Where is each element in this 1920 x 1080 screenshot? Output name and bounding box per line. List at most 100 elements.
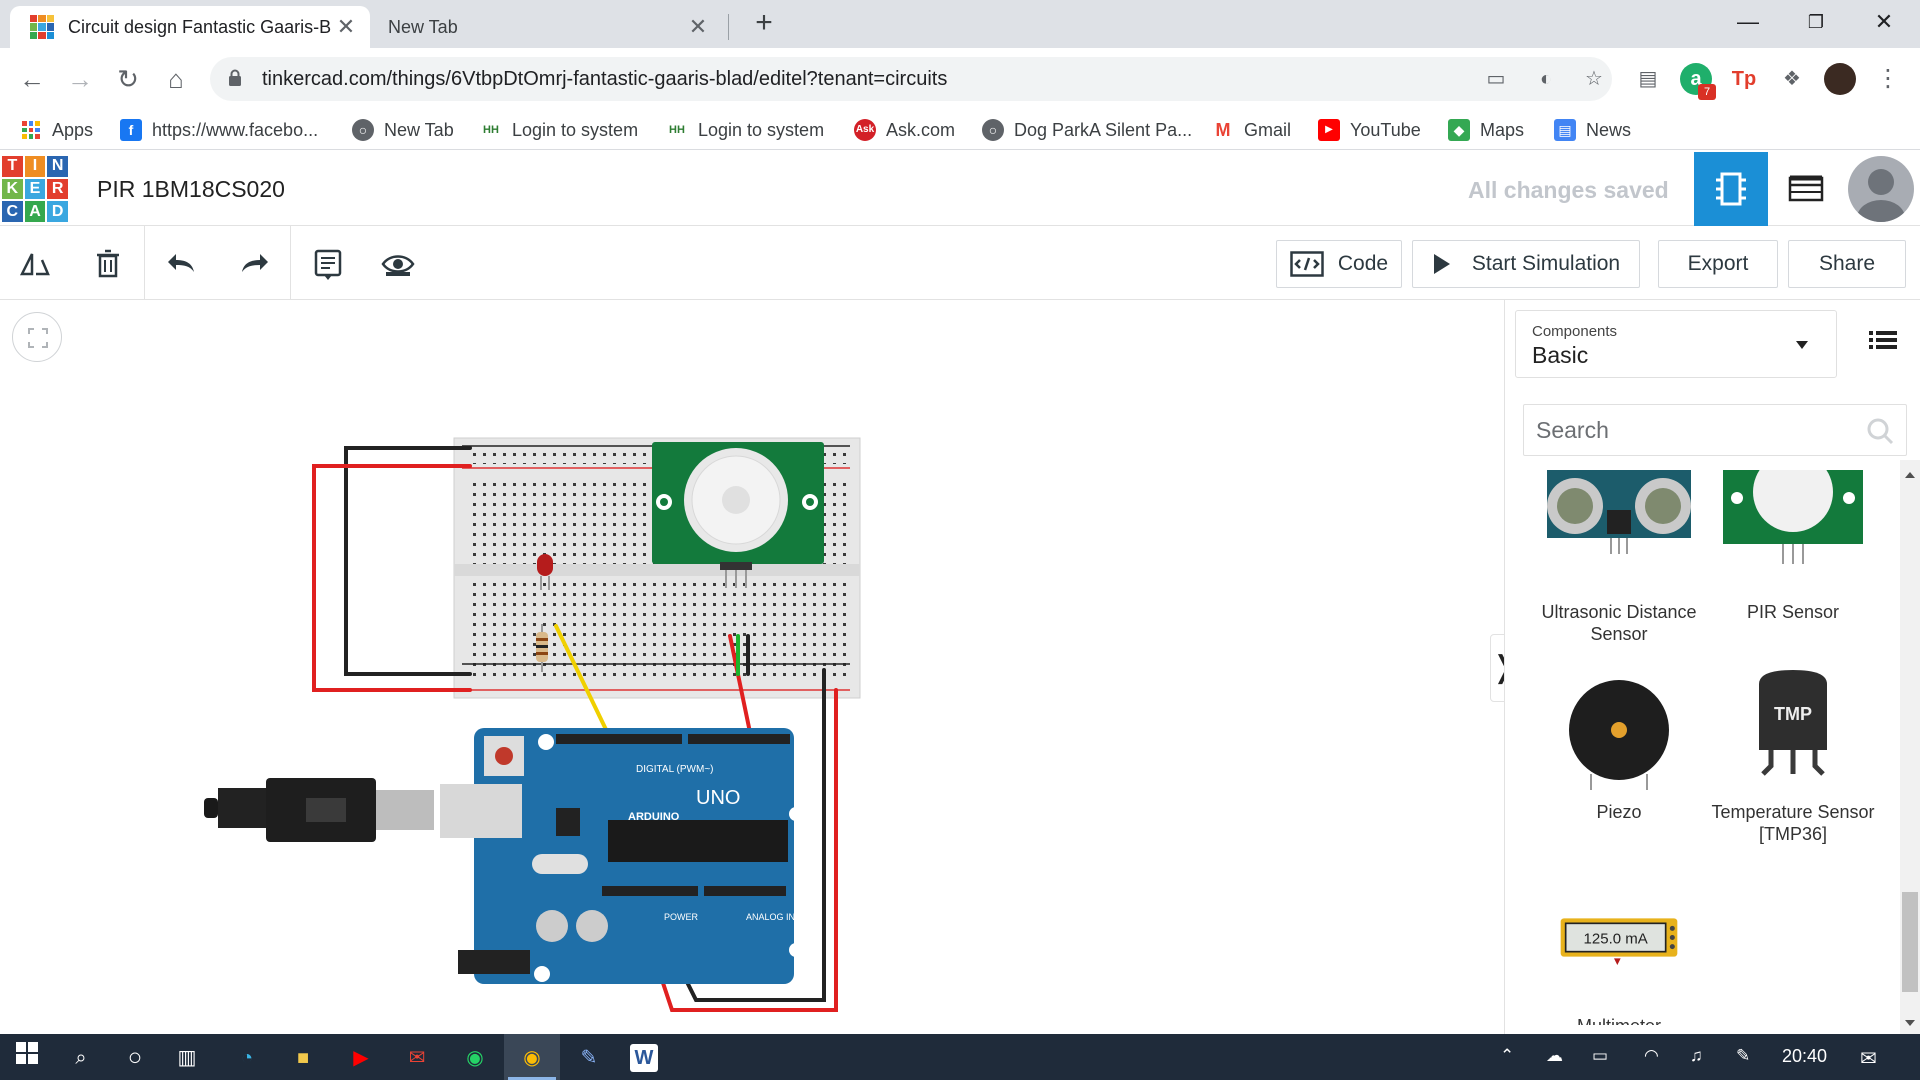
youtube-app-icon[interactable]: ▶ <box>344 1041 378 1075</box>
bookmark-youtube[interactable]: ▶ YouTube <box>1318 116 1421 144</box>
wifi-icon[interactable]: ◠ <box>1644 1046 1659 1068</box>
bookmark-label: Dog ParkA Silent Pa... <box>1014 119 1193 140</box>
multimeter-readout: 125.0 mA <box>1584 930 1648 947</box>
rotate-icon[interactable] <box>18 246 54 282</box>
analog-header-label: ANALOG IN <box>746 912 795 922</box>
bookmark-gmail[interactable]: M Gmail <box>1212 116 1291 144</box>
scroll-up-arrow-icon[interactable] <box>1905 472 1915 478</box>
component-ultrasonic-sensor[interactable]: Ultrasonic Distance Sensor <box>1531 470 1707 645</box>
close-window-icon[interactable]: ✕ <box>1856 4 1912 40</box>
scroll-down-arrow-icon[interactable] <box>1905 1020 1915 1026</box>
toolbar-divider <box>290 226 291 300</box>
component-search[interactable] <box>1523 404 1907 456</box>
bookmark-facebook[interactable]: f https://www.facebo... <box>120 116 318 144</box>
undo-icon[interactable] <box>164 246 200 282</box>
tab-new-tab[interactable]: New Tab ✕ <box>372 6 722 48</box>
start-simulation-button[interactable]: Start Simulation <box>1412 240 1640 288</box>
reload-icon[interactable]: ↻ <box>110 61 146 97</box>
taskbar-clock[interactable]: 20:40 <box>1782 1046 1827 1067</box>
forward-arrow-icon[interactable]: → <box>62 61 98 97</box>
back-arrow-icon[interactable]: ← <box>14 61 50 97</box>
scroll-thumb[interactable] <box>1902 892 1918 992</box>
word-icon[interactable]: W <box>630 1044 658 1072</box>
search-icon[interactable] <box>1866 417 1894 445</box>
export-button[interactable]: Export <box>1658 240 1778 288</box>
new-tab-button[interactable]: + <box>748 8 780 40</box>
bookmark-apps[interactable]: Apps <box>20 116 93 144</box>
eye-slash-icon[interactable]: ◐ <box>1532 65 1560 93</box>
bookmark-dog-park[interactable]: ○ Dog ParkA Silent Pa... <box>982 116 1192 144</box>
cast-icon[interactable]: ▭ <box>1482 65 1510 93</box>
edge-browser-icon[interactable]: ◔ <box>230 1041 264 1075</box>
user-silhouette-icon <box>1857 169 1905 222</box>
project-title[interactable]: PIR 1BM18CS020 <box>97 176 285 203</box>
component-temperature-sensor[interactable]: TMP Temperature Sensor [TMP36] <box>1705 670 1881 845</box>
cortana-icon[interactable]: ○ <box>118 1041 152 1075</box>
windows-start-icon[interactable] <box>10 1041 44 1075</box>
bookmark-login-2[interactable]: HH Login to system <box>666 116 824 144</box>
pir-sensor-thumbnail <box>1723 452 1863 564</box>
list-view-icon[interactable] <box>1865 322 1901 358</box>
notes-icon[interactable] <box>310 246 346 282</box>
show-hidden-icons-chevron-icon[interactable]: ⌃ <box>1500 1046 1514 1068</box>
bookmark-ask[interactable]: Ask Ask.com <box>854 116 955 144</box>
battery-icon[interactable]: ▭ <box>1592 1046 1608 1068</box>
circuit-view-button[interactable] <box>1694 152 1768 226</box>
address-bar[interactable]: tinkercad.com/things/6VtbpDtOmrj-fantast… <box>210 57 1612 101</box>
tab-close-icon[interactable]: ✕ <box>332 13 360 41</box>
power-header-label: POWER <box>664 912 699 922</box>
chip-icon <box>1716 172 1746 206</box>
logo-letter: E <box>24 178 46 200</box>
notifications-icon[interactable]: ✉ <box>1860 1046 1877 1070</box>
component-list-view-button[interactable] <box>1768 152 1842 226</box>
circuit-canvas[interactable]: DIGITAL (PWM~) ARDUINO UNO POWER ANALOG … <box>0 300 1504 1034</box>
components-category-dropdown[interactable]: Components Basic <box>1515 310 1837 378</box>
component-piezo[interactable]: Piezo <box>1531 670 1707 823</box>
globe-icon: ○ <box>352 119 374 141</box>
whatsapp-icon[interactable]: ◉ <box>458 1041 492 1075</box>
share-button[interactable]: Share <box>1788 240 1906 288</box>
task-view-icon[interactable]: ▥ <box>170 1041 204 1075</box>
gmail-app-icon[interactable]: ✉ <box>400 1041 434 1075</box>
delete-trash-icon[interactable] <box>90 246 126 282</box>
component-name: PIR Sensor <box>1746 602 1840 622</box>
screenshot-extension-icon[interactable]: ▤ <box>1632 63 1664 95</box>
minimize-icon[interactable]: — <box>1720 4 1776 40</box>
restore-icon[interactable]: ❐ <box>1788 4 1844 40</box>
redo-icon[interactable] <box>236 246 272 282</box>
component-multimeter[interactable]: 125.0 mA Multimeter <box>1531 910 1707 1025</box>
volume-icon[interactable]: ♫ <box>1690 1046 1703 1068</box>
bookmark-star-icon[interactable]: ☆ <box>1580 65 1608 93</box>
bookmark-login-1[interactable]: HH Login to system <box>480 116 638 144</box>
bookmark-news[interactable]: ▤ News <box>1554 116 1631 144</box>
logo-letter: C <box>2 201 23 222</box>
pen-workspace-icon[interactable]: ✎ <box>1736 1046 1750 1068</box>
user-avatar[interactable] <box>1848 156 1914 222</box>
chrome-menu-icon[interactable]: ⋮ <box>1872 63 1904 95</box>
search-icon[interactable]: ⌕ <box>64 1041 98 1075</box>
usb-cable[interactable] <box>204 778 376 842</box>
onedrive-cloud-icon[interactable]: ☁ <box>1546 1046 1563 1068</box>
search-input[interactable] <box>1524 405 1854 455</box>
bookmark-new-tab[interactable]: ○ New Tab <box>352 116 454 144</box>
tab-separator <box>728 14 729 40</box>
tinkercad-logo[interactable]: T I N K E R C A D <box>2 156 68 222</box>
ultrasonic-sensor-thumbnail <box>1547 470 1691 554</box>
code-button-label: Code <box>1337 252 1389 275</box>
puzzle-extensions-icon[interactable]: ❖ <box>1776 63 1808 95</box>
chrome-icon[interactable]: ◉ <box>515 1041 549 1075</box>
file-explorer-icon[interactable]: ■ <box>286 1041 320 1075</box>
arduino-uno-board[interactable]: DIGITAL (PWM~) ARDUINO UNO POWER ANALOG … <box>376 728 803 984</box>
toolbar-divider <box>144 226 145 300</box>
home-icon[interactable]: ⌂ <box>158 61 194 97</box>
profile-avatar-icon[interactable] <box>1824 63 1856 95</box>
tp-extension-icon[interactable]: Tp <box>1728 63 1760 95</box>
component-pir-sensor[interactable]: PIR Sensor <box>1705 452 1881 623</box>
paint-app-icon[interactable]: ✎ <box>572 1041 606 1075</box>
tab-close-icon[interactable]: ✕ <box>684 13 712 41</box>
bookmark-maps[interactable]: ◆ Maps <box>1448 116 1524 144</box>
visibility-eye-icon[interactable] <box>380 246 416 282</box>
code-button[interactable]: Code <box>1276 240 1402 288</box>
component-name: Ultrasonic Distance Sensor <box>1541 602 1697 644</box>
tab-tinkercad[interactable]: Circuit design Fantastic Gaaris-Bl ✕ <box>10 6 370 48</box>
